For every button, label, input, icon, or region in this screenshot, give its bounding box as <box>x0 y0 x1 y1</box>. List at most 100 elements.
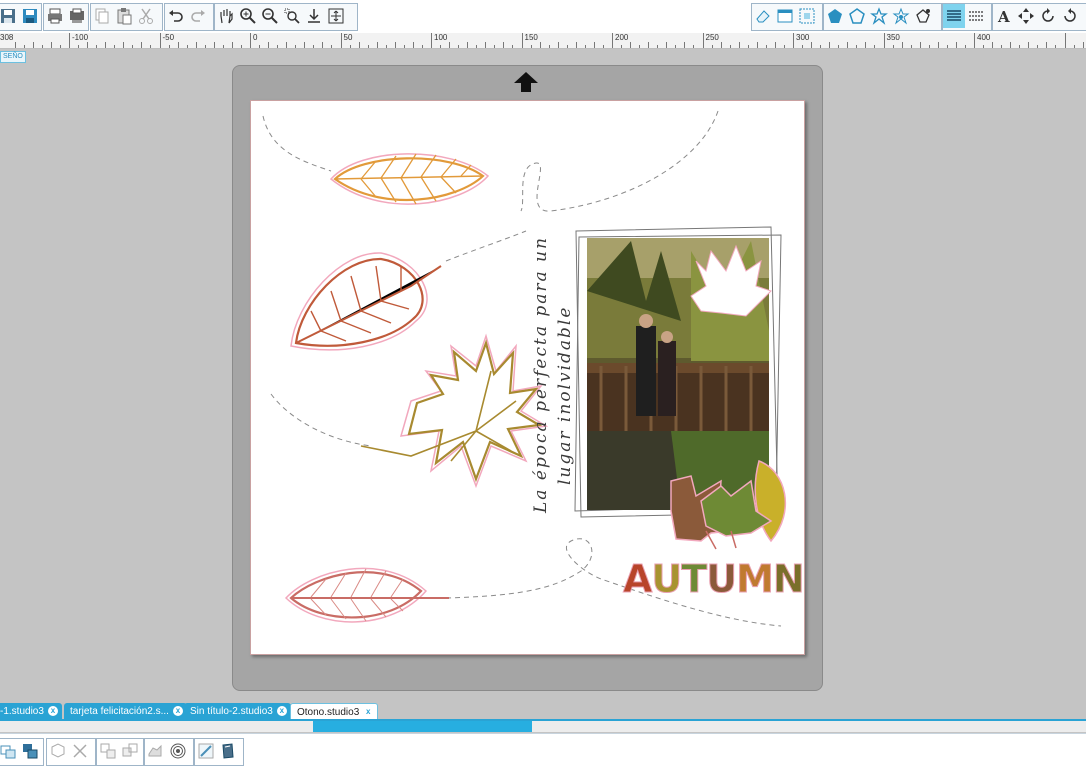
registration-icon[interactable] <box>796 4 818 28</box>
ruler-tick <box>1019 45 1021 48</box>
duplicate-icon[interactable] <box>97 739 119 763</box>
paste-icon[interactable] <box>113 4 135 28</box>
tab-close-icon[interactable]: x <box>363 707 373 717</box>
group-icon[interactable] <box>0 739 19 763</box>
trace-icon[interactable] <box>890 4 912 28</box>
ruler-tick <box>494 45 496 48</box>
ruler-tick <box>231 42 233 48</box>
ruler-tick <box>467 42 469 48</box>
ruler-tick <box>612 33 613 48</box>
zoom-out-icon[interactable] <box>259 4 281 28</box>
ruler-tick <box>630 42 632 48</box>
ruler-tick <box>394 42 396 48</box>
ruler-tick <box>421 45 423 48</box>
arrange-tools <box>96 738 144 766</box>
ruler-tick <box>240 45 242 48</box>
ruler-tick <box>1073 45 1075 48</box>
ruler-tick <box>793 33 794 48</box>
line-style-icon[interactable] <box>846 4 868 28</box>
script-line-1[interactable]: La época perfecta para un <box>531 236 551 513</box>
ruler-tick <box>331 45 333 48</box>
align-icon[interactable] <box>1015 4 1037 28</box>
release-compound-icon[interactable] <box>69 739 91 763</box>
ruler-tick <box>621 45 623 48</box>
tab-document-1[interactable]: -1.studio3 x <box>0 703 62 720</box>
ruler-tick <box>738 42 740 48</box>
print-icon[interactable] <box>44 4 66 28</box>
ruler-tick-label: -100 <box>72 33 89 42</box>
ruler-tick <box>992 42 994 48</box>
ruler-tick-label: 200 <box>615 33 629 42</box>
mirror-icon[interactable] <box>119 739 141 763</box>
feed-direction-arrow-icon[interactable] <box>513 71 539 93</box>
offset-ring-icon[interactable] <box>167 739 189 763</box>
ruler-tick-label: -50 <box>162 33 175 42</box>
tab-document-3[interactable]: Sin título-2.studio3 x <box>184 703 291 720</box>
offset-icon[interactable] <box>868 4 890 28</box>
couple-photo[interactable] <box>587 238 772 510</box>
ruler-tick <box>123 42 125 48</box>
cut-settings-icon[interactable] <box>943 4 965 28</box>
sketch-icon[interactable] <box>217 739 239 763</box>
cut-icon[interactable] <box>135 4 157 28</box>
pan-hand-icon[interactable] <box>215 4 237 28</box>
weld-icon[interactable] <box>145 739 167 763</box>
ruler-tick <box>213 42 215 48</box>
print-group <box>43 3 89 31</box>
ruler-tick <box>937 42 939 48</box>
replicate-icon[interactable] <box>912 4 934 28</box>
shape-tools-group <box>823 3 942 31</box>
redo-icon[interactable] <box>187 4 209 28</box>
pink-leaf[interactable] <box>284 567 449 623</box>
ruler-tick <box>1001 45 1003 48</box>
olive-maple-leaf[interactable] <box>360 333 549 489</box>
ruler-tick-label: 400 <box>977 33 991 42</box>
transform-icon[interactable] <box>1037 4 1059 28</box>
page-setup-icon[interactable] <box>774 4 796 28</box>
orange-leaf[interactable] <box>329 153 490 205</box>
send-panel-icon[interactable] <box>965 4 987 28</box>
ruler-tick <box>50 42 52 48</box>
text-icon[interactable]: A <box>993 4 1015 28</box>
save-library-icon[interactable] <box>19 4 41 28</box>
trace-pen-icon[interactable] <box>195 739 217 763</box>
horizontal-scrollbar-thumb[interactable] <box>313 721 532 732</box>
script-line-2[interactable]: lugar inolvidable <box>555 306 575 485</box>
tab-document-2[interactable]: tarjeta felicitación2.s... x <box>64 703 187 720</box>
ruler-tick <box>59 45 61 48</box>
horizontal-scrollbar[interactable] <box>0 721 1086 732</box>
ruler-tick <box>304 42 306 48</box>
tab-close-icon[interactable]: x <box>47 706 58 716</box>
rotate-icon[interactable] <box>1059 4 1081 28</box>
eraser-icon[interactable] <box>752 4 774 28</box>
ruler-tick <box>693 45 695 48</box>
undo-icon[interactable] <box>165 4 187 28</box>
fit-page-icon[interactable] <box>325 4 347 28</box>
autumn-title[interactable]: AUTUMN <box>622 557 804 602</box>
main-toolbar: A <box>0 0 1086 34</box>
ruler-tick <box>602 45 604 48</box>
zoom-in-icon[interactable] <box>237 4 259 28</box>
ruler-tick <box>403 45 405 48</box>
bottom-toolbar <box>0 733 1086 769</box>
design-mode-badge: SEÑO <box>0 51 26 63</box>
ruler-tick <box>964 45 966 48</box>
make-compound-icon[interactable] <box>47 739 69 763</box>
send-icon[interactable] <box>66 4 88 28</box>
tab-close-icon[interactable]: x <box>276 706 287 716</box>
object-group: A <box>992 3 1086 31</box>
ruler-tick <box>385 45 387 48</box>
zoom-select-icon[interactable] <box>281 4 303 28</box>
fill-icon[interactable] <box>824 4 846 28</box>
move-down-icon[interactable] <box>303 4 325 28</box>
ruler-tick <box>412 42 414 48</box>
ruler-tick <box>575 42 577 48</box>
ruler-tick <box>141 42 143 48</box>
copy-icon[interactable] <box>91 4 113 28</box>
ungroup-icon[interactable] <box>19 739 41 763</box>
design-page[interactable]: La época perfecta para un lugar inolvida… <box>250 100 805 655</box>
tab-close-icon[interactable]: x <box>172 706 183 716</box>
rust-leaf[interactable] <box>290 252 442 351</box>
save-icon[interactable] <box>0 4 19 28</box>
ruler-tick <box>946 45 948 48</box>
